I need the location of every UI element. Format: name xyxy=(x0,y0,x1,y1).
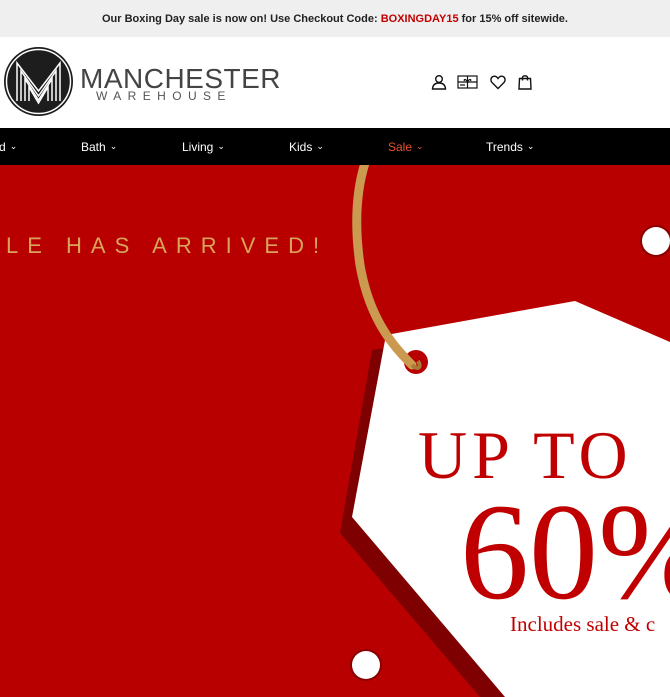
logo-mark xyxy=(4,47,73,116)
nav-item-label: Living xyxy=(182,139,214,154)
nav-item-label: Kids xyxy=(289,139,313,154)
nav-item-partial[interactable]: d ⌄ xyxy=(0,128,17,165)
hero-headline: LE HAS ARRIVED! xyxy=(6,233,328,258)
promo-code: BOXINGDAY15 xyxy=(380,12,459,25)
nav-item-bath[interactable]: Bath ⌄ xyxy=(81,128,117,165)
site-header: MANCHESTER WAREHOUSE xyxy=(0,37,670,128)
nav-item-kids[interactable]: Kids ⌄ xyxy=(289,128,324,165)
tag-line-percent: 60% xyxy=(460,475,670,628)
nav-item-label: Bath xyxy=(81,139,106,154)
tag-line-includes: Includes sale & c xyxy=(510,612,655,636)
promo-text: Our Boxing Day sale is now on! Use Check… xyxy=(102,12,381,25)
nav-item-label: d xyxy=(0,139,6,154)
chevron-down-icon: ⌄ xyxy=(416,141,424,151)
chevron-down-icon: ⌄ xyxy=(109,141,118,151)
account-icon[interactable] xyxy=(431,74,447,95)
hero-banner[interactable]: LE HAS ARRIVED! UP TO 60% Includes sale … xyxy=(0,165,670,697)
nav-item-label: Trends xyxy=(486,139,523,154)
shopping-bag-icon[interactable] xyxy=(518,74,532,95)
main-nav: d ⌄ Bath ⌄ Living ⌄ Kids ⌄ Sale ⌄ Trends ⌄ xyxy=(0,128,670,165)
gift-card-icon[interactable] xyxy=(457,74,478,95)
chevron-down-icon: ⌄ xyxy=(316,141,324,151)
hero-artwork: LE HAS ARRIVED! UP TO 60% Includes sale … xyxy=(0,165,670,697)
promo-banner: Our Boxing Day sale is now on! Use Check… xyxy=(0,0,670,37)
logo-subtitle: WAREHOUSE xyxy=(96,89,232,103)
eyelet-hole xyxy=(352,651,380,679)
nav-item-living[interactable]: Living ⌄ xyxy=(182,128,225,165)
nav-item-sale[interactable]: Sale ⌄ xyxy=(388,128,424,165)
nav-item-label: Sale xyxy=(388,139,413,154)
chevron-down-icon: ⌄ xyxy=(526,141,535,151)
nav-item-trends[interactable]: Trends ⌄ xyxy=(486,128,534,165)
wishlist-heart-icon[interactable] xyxy=(490,74,506,95)
chevron-down-icon: ⌄ xyxy=(9,141,18,151)
promo-text-suffix: for 15% off sitewide. xyxy=(458,12,568,25)
eyelet-hole xyxy=(642,227,670,255)
chevron-down-icon: ⌄ xyxy=(217,141,225,151)
